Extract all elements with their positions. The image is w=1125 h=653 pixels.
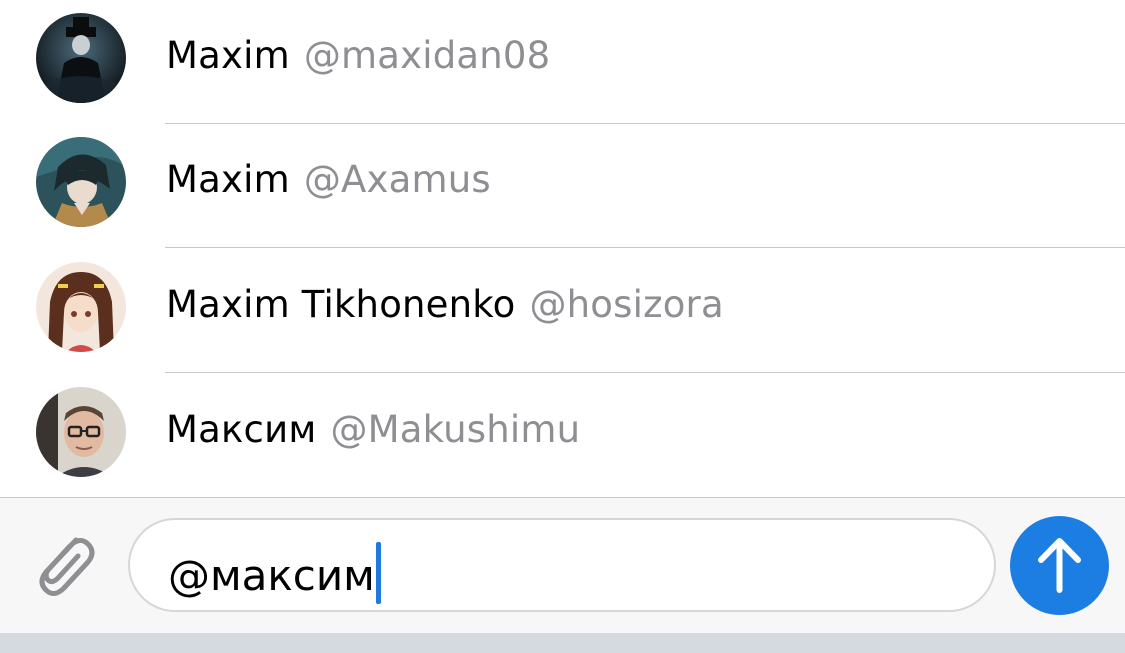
- avatar-image-dark-figure: [36, 13, 126, 103]
- keyboard-top-edge: [0, 633, 1125, 653]
- mention-username: @maxidan08: [303, 34, 551, 77]
- message-input[interactable]: @максим: [128, 518, 996, 612]
- send-button[interactable]: [1010, 516, 1109, 615]
- avatar: [36, 387, 126, 477]
- mention-username: @Makushimu: [330, 408, 581, 451]
- arrow-up-icon: [1038, 538, 1081, 593]
- avatar: [36, 137, 126, 227]
- row-separator: [165, 247, 1125, 248]
- text-caret: [375, 542, 381, 604]
- paperclip-icon: [39, 537, 95, 596]
- mention-username: @Axamus: [303, 158, 491, 201]
- mention-username: @hosizora: [529, 283, 724, 326]
- chat-screen: Maxim @maxidan08 Maxim @Axamus Maxim Tik…: [0, 0, 1125, 653]
- mention-name: Максим: [166, 408, 317, 451]
- mention-name: Maxim: [166, 34, 290, 77]
- mention-text: Maxim @Axamus: [166, 158, 491, 202]
- mention-text: Maxim @maxidan08: [166, 34, 550, 78]
- mention-suggestion-list: Maxim @maxidan08 Maxim @Axamus Maxim Tik…: [0, 0, 1125, 497]
- mention-item-hosizora[interactable]: Maxim Tikhonenko @hosizora: [0, 249, 1125, 373]
- avatar-image-anime-boy: [36, 137, 126, 227]
- mention-text: Maxim Tikhonenko @hosizora: [166, 283, 724, 327]
- attach-button[interactable]: [26, 526, 102, 606]
- mention-item-axamus[interactable]: Maxim @Axamus: [0, 124, 1125, 248]
- mention-name: Maxim Tikhonenko: [166, 283, 516, 326]
- avatar: [36, 262, 126, 352]
- mention-item-maxidan08[interactable]: Maxim @maxidan08: [0, 0, 1125, 124]
- mention-name: Maxim: [166, 158, 290, 201]
- message-input-bar: @максим: [0, 497, 1125, 633]
- message-input-value-wrap: @максим: [168, 542, 381, 604]
- avatar: [36, 13, 126, 103]
- mention-text: Максим @Makushimu: [166, 408, 580, 452]
- avatar-image-anime-girl: [36, 262, 126, 352]
- message-input-text: @максим: [168, 551, 375, 600]
- mention-item-makushimu[interactable]: Максим @Makushimu: [0, 374, 1125, 497]
- row-separator: [165, 372, 1125, 373]
- avatar-image-man-glasses: [36, 387, 126, 477]
